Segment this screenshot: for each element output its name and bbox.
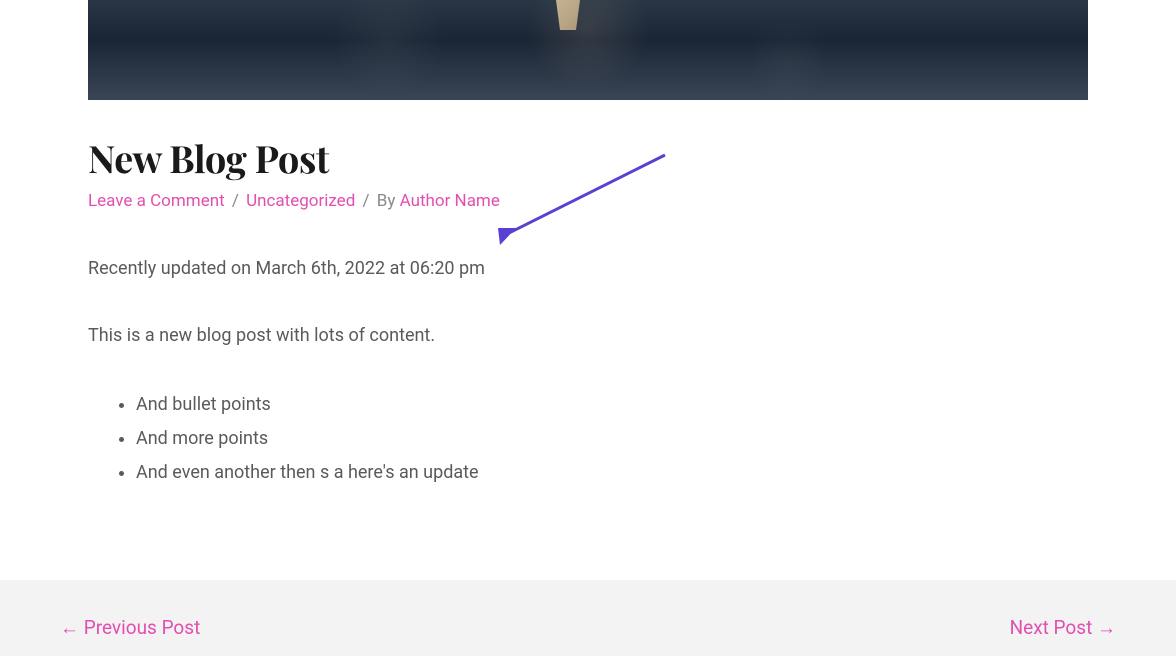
post-meta: Leave a Comment / Uncategorized / By Aut… [88, 191, 1088, 211]
comment-link[interactable]: Leave a Comment [88, 191, 225, 211]
meta-separator: / [232, 191, 239, 211]
post-body: This is a new blog post with lots of con… [88, 322, 1088, 351]
category-link[interactable]: Uncategorized [246, 191, 355, 211]
post-bullet-list: And bullet points And more points And ev… [136, 389, 1088, 490]
list-item: And even another then s a here's an upda… [136, 457, 1088, 489]
list-item: And bullet points [136, 389, 1088, 421]
list-item: And more points [136, 423, 1088, 455]
by-text: By [377, 191, 396, 211]
updated-timestamp: Recently updated on March 6th, 2022 at 0… [88, 255, 1088, 284]
previous-post-link[interactable]: ← Previous Post [60, 616, 200, 640]
featured-image [88, 0, 1088, 100]
author-link[interactable]: Author Name [400, 191, 500, 211]
post-title: New Blog Post [88, 132, 1088, 183]
next-post-link[interactable]: Next Post → [1010, 616, 1116, 640]
post-navigation: ← Previous Post Next Post → [0, 580, 1176, 656]
meta-separator: / [363, 191, 370, 211]
